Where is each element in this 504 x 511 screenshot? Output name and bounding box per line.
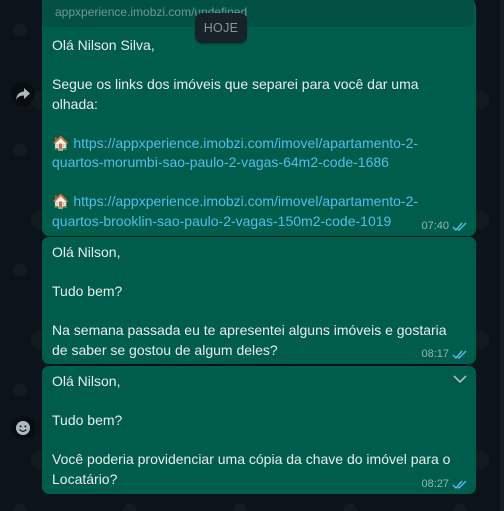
message-bubble-2[interactable]: Olá Nilson, Tudo bem? Na semana passada …	[42, 236, 476, 364]
message-time: 07:40	[421, 220, 449, 232]
property-link-1[interactable]: https://appxperience.imobzi.com/imovel/a…	[52, 135, 418, 171]
forward-button[interactable]	[11, 82, 35, 106]
message-text: Tudo bem?	[52, 412, 123, 428]
message-text: Segue os links dos imóveis que separei p…	[52, 76, 423, 112]
message-time: 08:17	[421, 348, 449, 360]
message-bubble-1[interactable]: appxperience.imobzi.com/undefined Olá Ni…	[42, 0, 476, 236]
property-link-2[interactable]: https://appxperience.imobzi.com/imovel/a…	[52, 193, 418, 229]
double-check-icon	[452, 350, 467, 359]
double-check-icon	[452, 222, 467, 231]
forward-icon	[16, 88, 30, 100]
chevron-down-icon[interactable]	[452, 373, 468, 385]
message-bubble-3[interactable]: Olá Nilson, Tudo bem? Você poderia provi…	[42, 366, 476, 494]
house-emoji: 🏠	[52, 193, 70, 209]
message-text: Você poderia providenciar uma cópia da c…	[52, 451, 455, 487]
scrollbar[interactable]	[500, 0, 504, 511]
message-time: 08:27	[421, 478, 449, 490]
date-divider-chip: HOJE	[195, 13, 247, 43]
message-text: Olá Nilson Silva,	[52, 37, 155, 53]
emoji-reaction-button[interactable]	[11, 416, 35, 440]
quoted-preview[interactable]: appxperience.imobzi.com/undefined	[42, 0, 474, 27]
message-text: Olá Nilson,	[52, 373, 121, 389]
message-text: Olá Nilson,	[52, 244, 121, 260]
message-meta: 07:40	[421, 220, 468, 232]
message-text: Tudo bem?	[52, 283, 123, 299]
message-meta: 08:27	[421, 478, 468, 490]
message-text: Na semana passada eu te apresentei algun…	[52, 322, 451, 358]
house-emoji: 🏠	[52, 134, 70, 151]
message-meta: 08:17	[421, 348, 468, 360]
double-check-icon	[452, 480, 467, 489]
emoji-icon	[16, 421, 30, 435]
